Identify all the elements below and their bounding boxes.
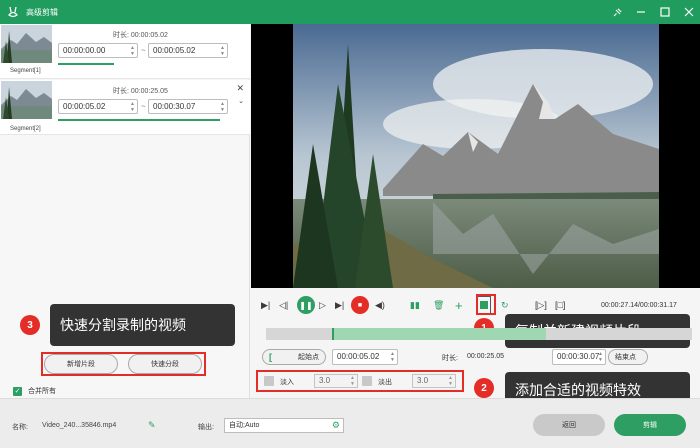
rabbit-logo-icon [6, 5, 20, 19]
merge-all-label: 合并所有 [28, 388, 56, 395]
step-back-icon[interactable]: ◁| [279, 296, 288, 314]
bottom-bar: 名称: Video_240...35846.mp4 ✎ 输出: 自动;Auto ⚙… [0, 398, 700, 448]
callout-number: 2 [474, 378, 494, 398]
end-time-field[interactable]: 00:00:30.07 ▲ ▼ [552, 349, 606, 365]
segment-progress-line [58, 119, 220, 121]
quick-split-button[interactable]: 快速分段 [128, 354, 202, 374]
pause-button[interactable]: ❚❚ [297, 296, 315, 314]
spinner-icon[interactable]: ▲ ▼ [130, 45, 135, 57]
fade-in-label: 淡入 [280, 379, 294, 386]
close-icon[interactable] [684, 7, 694, 17]
spinner-icon[interactable]: ▲ ▼ [390, 351, 395, 363]
segment-end-field[interactable]: 00:00:30.07 ▲ ▼ [148, 99, 228, 114]
merge-all-checkbox[interactable]: ✓ [13, 386, 22, 396]
end-point-button[interactable]: 结束点 [608, 349, 648, 365]
preview-segment-icon[interactable]: [▷] [535, 296, 547, 314]
output-select[interactable]: 自动;Auto ⚙ [224, 418, 344, 433]
spinner-icon[interactable]: ▲ ▼ [598, 351, 603, 363]
segment-progress-line [58, 63, 114, 65]
player-controls: ▶| ◁| ❚❚ ▷ ▶| ■ ◀) ▮▮ 🗑 + ↻ [▷] [□] 00:0… [255, 296, 695, 314]
fade-in-checkbox[interactable] [264, 376, 274, 386]
fade-in-value[interactable]: 3.0 ▲ ▼ [314, 374, 358, 388]
segment-list-pane: Segment[1] 时长: 00:00:05.02 00:00:00.00 ▲ ▼… [0, 24, 250, 398]
fullscreen-icon[interactable]: [□] [555, 296, 565, 314]
start-point-button[interactable]: [起始点 [262, 349, 326, 365]
fade-out-value[interactable]: 3.0 ▲ ▼ [412, 374, 456, 388]
delete-icon[interactable]: 🗑 [433, 296, 444, 314]
segment-thumbnail [1, 25, 52, 63]
file-name: Video_240...35846.mp4 [42, 422, 117, 429]
minimize-icon[interactable] [636, 7, 646, 17]
fade-out-checkbox[interactable] [362, 376, 372, 386]
duration-value: 00:00:25.05 [467, 353, 504, 360]
time-display: 00:00:27.14/00:00:31.17 [601, 301, 677, 309]
spinner-icon[interactable]: ▲ ▼ [220, 45, 225, 57]
segment-item[interactable]: Segment[1] 时长: 00:00:05.02 00:00:00.00 ▲ ▼… [0, 24, 250, 79]
segment-start-field[interactable]: 00:00:00.00 ▲ ▼ [58, 43, 138, 58]
new-segment-button[interactable]: 新增片段 [44, 354, 118, 374]
effects-row: 淡入 3.0 ▲ ▼ 淡出 3.0 ▲ ▼ [256, 370, 464, 392]
spinner-icon[interactable]: ▲ ▼ [130, 101, 135, 113]
segment-label: Segment[1] [10, 68, 41, 74]
skip-to-start-icon[interactable]: ▶| [261, 296, 270, 314]
split-icon[interactable]: ▮▮ [410, 296, 420, 314]
window-title: 高级剪辑 [26, 7, 58, 17]
volume-icon[interactable]: ◀) [375, 296, 385, 314]
highlight-box [476, 294, 496, 315]
callout-label: 快速分割录制的视频 [50, 304, 235, 346]
back-button[interactable]: 返回 [533, 414, 605, 436]
duration-value: 00:00:05.02 [130, 32, 168, 39]
timeline-selection[interactable] [332, 328, 546, 340]
fade-out-label: 淡出 [378, 379, 392, 386]
name-label: 名称: [12, 424, 28, 431]
segment-end-field[interactable]: 00:00:05.02 ▲ ▼ [148, 43, 228, 58]
maximize-icon[interactable] [660, 7, 670, 17]
merge-all-row[interactable]: ✓ 合并所有 [13, 386, 56, 396]
segment-start-field[interactable]: 00:00:05.02 ▲ ▼ [58, 99, 138, 114]
duration-value: 00:00:25.05 [130, 88, 168, 95]
title-bar: 高级剪辑 [0, 0, 700, 24]
step-forward-icon[interactable]: ▷ [319, 296, 326, 314]
spinner-icon[interactable]: ▲ ▼ [220, 101, 225, 113]
spinner-icon[interactable]: ▲ ▼ [448, 375, 453, 387]
preview-frame [293, 24, 659, 288]
output-label: 输出: [198, 424, 214, 431]
segment-label: Segment[2] [10, 126, 41, 132]
callout-number: 3 [20, 315, 40, 335]
spinner-icon[interactable]: ▲ ▼ [350, 375, 355, 387]
segment-thumbnail [1, 81, 52, 119]
reset-icon[interactable]: ↻ [501, 296, 509, 314]
edit-name-icon[interactable]: ✎ [148, 420, 156, 431]
pin-icon[interactable] [612, 7, 622, 17]
stop-button[interactable]: ■ [351, 296, 369, 314]
duration-label: 时长: [113, 32, 129, 39]
video-preview[interactable] [251, 24, 700, 288]
start-time-field[interactable]: 00:00:05.02 ▲ ▼ [332, 349, 398, 365]
close-icon[interactable]: ✕ [236, 83, 244, 94]
duration-label: 时长: [113, 88, 129, 95]
segment-item[interactable]: Segment[2] 时长: 00:00:25.05 00:00:05.02 ▲ ▼… [0, 80, 250, 135]
skip-to-end-icon[interactable]: ▶| [335, 296, 344, 314]
timeline-bar[interactable] [266, 328, 692, 340]
chevron-down-icon[interactable]: ⌄ [238, 97, 244, 105]
edit-button[interactable]: 剪辑 [614, 414, 686, 436]
add-icon[interactable]: + [455, 296, 463, 314]
duration-label: 时长: [442, 355, 458, 362]
gear-icon[interactable]: ⚙ [332, 419, 340, 432]
